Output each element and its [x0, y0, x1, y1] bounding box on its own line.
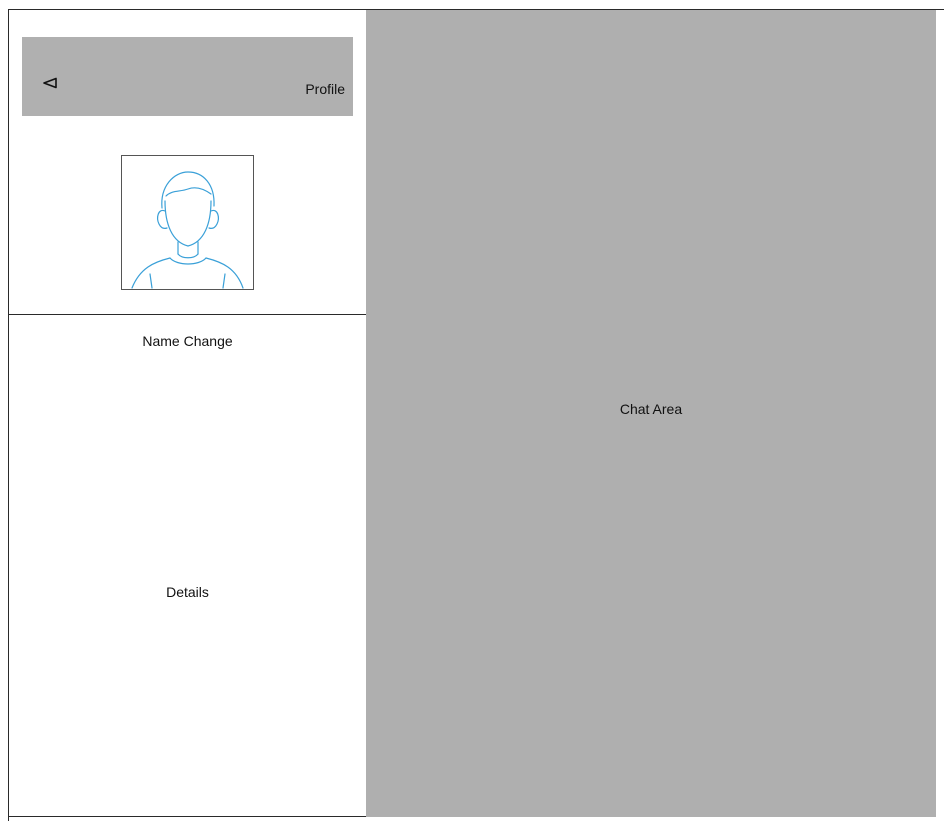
profile-sidebar: Profile Name Change Details: [8, 10, 367, 817]
name-change-label: Name Change: [142, 333, 233, 349]
header-title: Profile: [305, 81, 345, 97]
user-avatar-icon: [131, 171, 244, 289]
details-label: Details: [166, 583, 209, 600]
back-triangle-icon: [43, 77, 57, 89]
avatar[interactable]: [121, 155, 254, 290]
chat-area-label: Chat Area: [619, 400, 683, 417]
back-button[interactable]: [38, 71, 64, 95]
name-change-button[interactable]: Name Change: [8, 314, 367, 368]
details-panel: Details: [8, 367, 367, 817]
chat-area[interactable]: Chat Area: [366, 10, 936, 817]
profile-header: Profile: [22, 37, 353, 116]
